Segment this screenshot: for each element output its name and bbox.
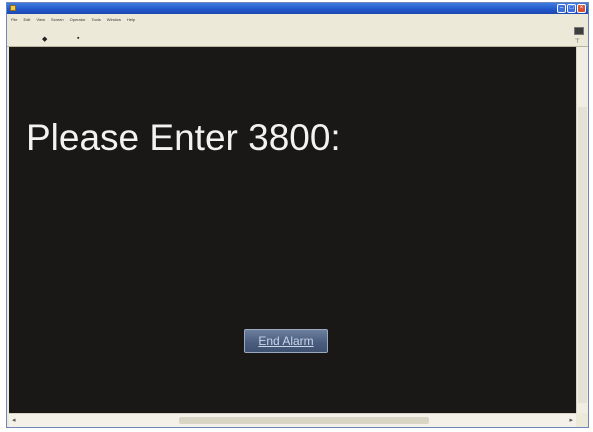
resize-grip[interactable]: [576, 413, 588, 427]
window-controls: – □ ×: [557, 4, 586, 13]
alarm-prompt: Please Enter 3800:: [26, 117, 341, 158]
menu-view[interactable]: View: [36, 17, 45, 22]
vertical-scrollbar[interactable]: [576, 47, 588, 413]
logo-icon: [574, 27, 584, 35]
scroll-right-icon[interactable]: ▸: [569, 416, 573, 425]
menu-tools[interactable]: Tools: [91, 17, 100, 22]
scroll-left-icon[interactable]: ◂: [12, 416, 16, 425]
menu-file[interactable]: File: [11, 17, 17, 22]
app-window: – □ × File Edit View Screen Operator Too…: [6, 2, 589, 428]
horizontal-scroll-thumb[interactable]: [179, 417, 429, 424]
arrow-icon[interactable]: ◆: [42, 36, 47, 44]
app-icon: [10, 5, 16, 11]
end-alarm-button[interactable]: End Alarm: [244, 329, 328, 353]
menu-edit[interactable]: Edit: [23, 17, 30, 22]
menu-help[interactable]: Help: [127, 17, 135, 22]
close-icon[interactable]: ×: [577, 4, 586, 13]
minimize-icon[interactable]: –: [557, 4, 566, 13]
toolbar: ◆ ▪ ⊤: [7, 24, 588, 47]
toolbar-option-icon[interactable]: ⊤: [575, 38, 580, 45]
horizontal-scrollbar[interactable]: ◂ ▸: [9, 413, 576, 427]
vertical-scroll-thumb[interactable]: [578, 107, 587, 403]
tool-icon[interactable]: ▪: [77, 35, 79, 43]
maximize-icon[interactable]: □: [567, 4, 576, 13]
title-bar[interactable]: – □ ×: [7, 3, 588, 14]
menu-screen[interactable]: Screen: [51, 17, 64, 22]
menu-window[interactable]: Window: [107, 17, 121, 22]
menu-operator[interactable]: Operator: [70, 17, 86, 22]
menu-bar: File Edit View Screen Operator Tools Win…: [7, 14, 588, 24]
alarm-screen: Please Enter 3800: End Alarm: [9, 47, 576, 413]
